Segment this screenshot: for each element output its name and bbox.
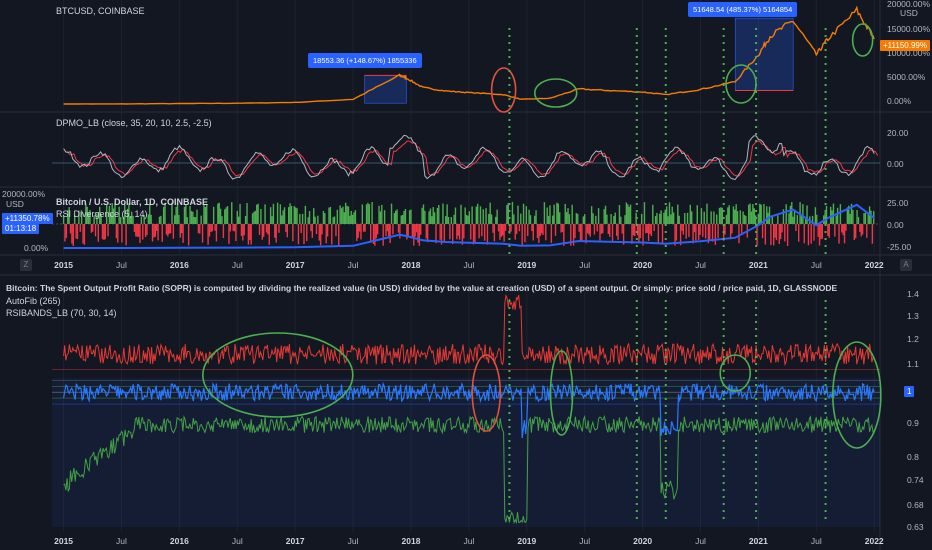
sopr-y-tick: 1.1 (907, 359, 919, 370)
btc-ytick-3: 5000.00% (887, 72, 926, 82)
x-tick-label: 2019 (517, 260, 537, 270)
x-tick-label: 2018 (401, 260, 421, 270)
sopr-y-tick: 0.8 (907, 452, 919, 463)
x-tick-label: Jul (463, 260, 475, 270)
auto-scale-icon[interactable]: A (900, 259, 912, 271)
x-tick-label: Jul (347, 536, 359, 546)
x-tick-label: 2018 (401, 536, 421, 546)
measure-box-right (734, 17, 794, 91)
annotation-circle-green (533, 78, 578, 108)
chart-stage: BTCUSD, COINBASE USD 20000.00% 15000.00%… (0, 0, 932, 550)
chart-canvas[interactable] (0, 0, 932, 550)
x-tick-label: 2015 (54, 536, 74, 546)
sopr-y-tick: 0.63 (907, 522, 924, 532)
rsi-left-axis-unit: USD (6, 199, 24, 209)
rsi-time-badge: 01:13:18 (2, 223, 40, 234)
btc-ytick-0: 20000.00% (887, 0, 931, 9)
x-tick-label: Jul (695, 536, 706, 546)
measure-callout-left: 18553.36 (+148.67%) 1855336 (308, 53, 422, 68)
x-tick-label: Jul (695, 260, 706, 270)
btc-ytick-4: 0.00% (887, 96, 912, 106)
rsibands-label: RSIBANDS_LB (70, 30, 14) (6, 308, 117, 318)
x-tick-label: Jul (810, 260, 822, 270)
annotation-circle-green (851, 23, 874, 57)
sopr-y-tick: 1.4 (907, 289, 919, 299)
rsi-ytick-0: 25.00 (887, 198, 909, 208)
rsi-pane-title: Bitcoin / U.S. Dollar, 1D, COINBASE (56, 197, 209, 207)
btc-ytick-1: 15000.00% (887, 24, 931, 34)
sopr-y-tick: 0.9 (907, 417, 919, 428)
dpmo-ytick-0: 20.00 (887, 128, 909, 138)
btc-price-badge: +11150.99% (880, 40, 930, 51)
sopr-y-tick: 0.74 (907, 475, 924, 486)
autofib-label: AutoFib (265) (6, 296, 61, 306)
btc-axis-unit: USD (900, 8, 918, 18)
sopr-value-badge: 1 (904, 386, 915, 397)
sopr-y-tick: 0.68 (907, 499, 924, 510)
x-tick-label: Jul (579, 536, 591, 546)
x-tick-label: Jul (116, 536, 127, 546)
measure-callout-right: 51648.54 (485.37%) 5164854 (688, 2, 798, 17)
zoom-toggle-icon[interactable]: Z (20, 259, 32, 271)
btc-pane-title: BTCUSD, COINBASE (56, 6, 145, 16)
x-tick-label: 2021 (748, 260, 768, 270)
x-tick-label: 2017 (285, 536, 305, 546)
x-tick-label: Jul (231, 536, 243, 546)
x-tick-label: 2020 (633, 536, 653, 546)
x-tick-label: 2016 (169, 260, 189, 270)
sopr-y-tick: 1.3 (907, 310, 919, 321)
x-tick-label: 2016 (169, 536, 189, 546)
dpmo-ytick-1: 0.00 (887, 159, 904, 169)
x-tick-label: 2022 (864, 260, 884, 270)
x-tick-label: 2022 (864, 536, 884, 546)
x-tick-label: 2020 (633, 260, 653, 270)
rsi-ytick-1: 0.00 (887, 220, 904, 230)
sopr-pane-title: Bitcoin: The Spent Output Profit Ratio (… (6, 283, 838, 293)
rsi-left-axis-top: 20000.00% (2, 189, 46, 199)
x-tick-label: Jul (231, 260, 243, 270)
dpmo-pane-title: DPMO_LB (close, 35, 20, 10, 2.5, -2.5) (56, 118, 212, 128)
rsi-left-axis-bottom: 0.00% (24, 243, 49, 253)
x-tick-label: Jul (463, 536, 475, 546)
annotation-circle-red (490, 67, 517, 113)
rsi-pane-subtitle: RSI Divergence (5, 14) (56, 209, 148, 219)
dpmo-signal-line (66, 140, 879, 177)
rsi-ytick-2: -25.00 (887, 242, 912, 252)
x-tick-label: 2015 (54, 260, 74, 270)
x-tick-label: 2017 (285, 260, 305, 270)
x-tick-label: Jul (347, 260, 359, 270)
sopr-y-tick: 1.2 (907, 333, 919, 344)
x-tick-label: 2021 (748, 536, 768, 546)
x-tick-label: 2019 (517, 536, 537, 546)
x-tick-label: Jul (116, 260, 127, 270)
x-tick-label: Jul (579, 260, 591, 270)
x-tick-label: Jul (810, 536, 822, 546)
